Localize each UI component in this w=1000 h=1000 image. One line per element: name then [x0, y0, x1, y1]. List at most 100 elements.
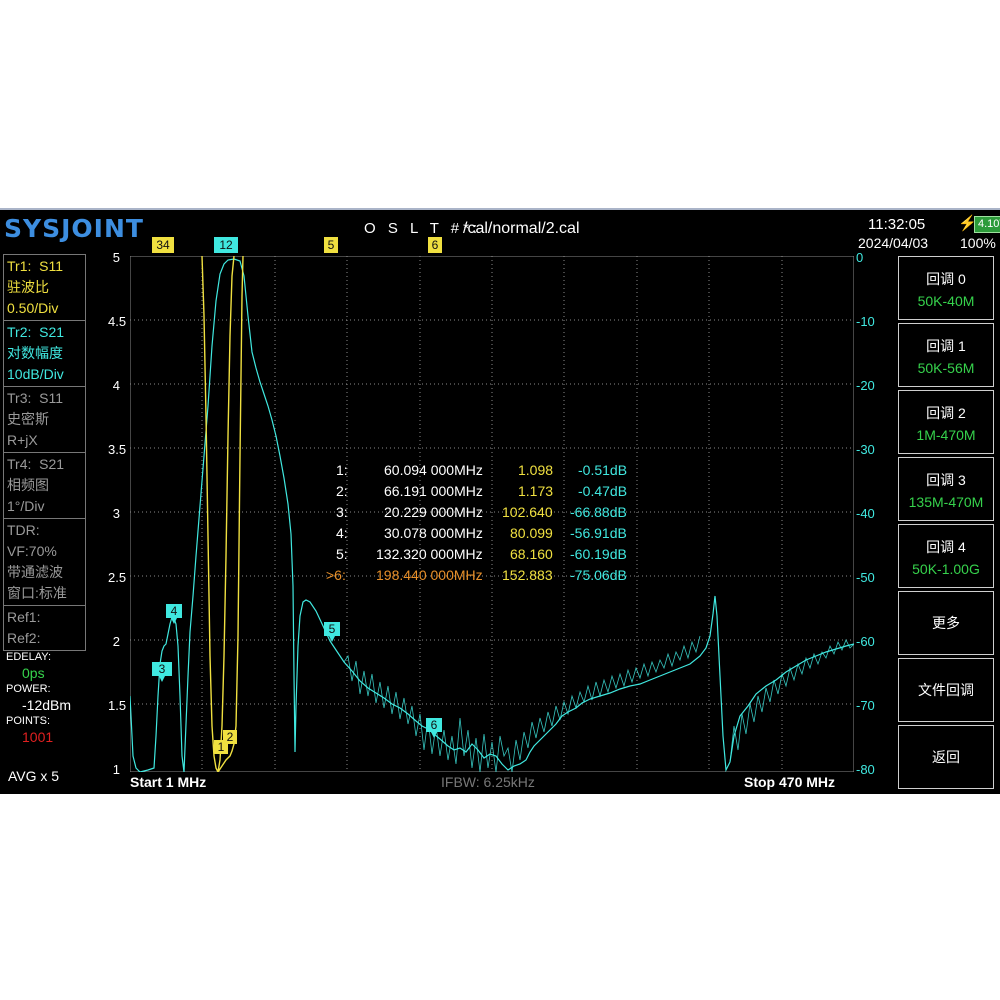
marker-row-1[interactable]: 1: 60.094 000MHz 1.098 -0.51dB [326, 460, 646, 481]
swr-axis-tick: 4.5 [108, 314, 127, 329]
stop-frequency[interactable]: Stop 470 MHz [744, 774, 835, 790]
db-axis-tick: 0 [856, 250, 864, 265]
points-label: POINTS: [6, 715, 51, 727]
softkey-back[interactable]: 返回 [898, 725, 994, 789]
swr-axis-tick: 5 [112, 250, 120, 265]
swr-axis-tick: 3.5 [108, 442, 127, 457]
softkey-label: 回调 2 [926, 405, 966, 421]
calibration-file[interactable]: /cal/normal/2.cal [463, 220, 580, 238]
marker-flag: 5 [324, 622, 340, 642]
edelay-label: EDELAY: [6, 651, 52, 663]
ref-block[interactable]: Ref1: Ref2: [3, 605, 86, 651]
softkey-recall-1[interactable]: 回调 1 50K-56M [898, 323, 994, 387]
trace-panel: Tr1: S11 驻波比 0.50/Div Tr2: S21 对数幅度 10dB… [3, 254, 86, 651]
softkey-label: 文件回调 [918, 682, 974, 698]
edelay-value[interactable]: 0ps [6, 664, 71, 682]
marker-tag-label: 3 [156, 238, 163, 252]
marker-freq: 30.078 000MHz [384, 525, 483, 541]
swr-axis-tick: 1 [112, 762, 120, 777]
db-axis-tick: -20 [856, 378, 875, 393]
marker-tag-top[interactable]: 12 [214, 237, 238, 253]
marker-row-6-active[interactable]: >6: 198.440 000MHz 152.883 -75.06dB [326, 565, 646, 586]
trace-2-scale: 10dB/Div [7, 366, 64, 382]
trace-1-scale: 0.50/Div [7, 300, 59, 316]
softkey-sub: 1M-470M [916, 427, 976, 443]
marker-flag-label: 6 [431, 718, 438, 732]
marker-table: 1: 60.094 000MHz 1.098 -0.51dB 2: 66.191… [326, 460, 646, 586]
softkey-recall-2[interactable]: 回调 2 1M-470M [898, 390, 994, 454]
trace-4-scale: 1°/Div [7, 498, 45, 514]
trace-3-id: Tr3: [7, 390, 32, 406]
averaging-label[interactable]: AVG x 5 [8, 768, 59, 784]
softkey-recall-0[interactable]: 回调 0 50K-40M [898, 256, 994, 320]
marker-num: >6: [326, 567, 346, 583]
marker-tag-top[interactable]: 34 [152, 237, 174, 253]
marker-row-4[interactable]: 4: 30.078 000MHz 80.099 -56.91dB [326, 523, 646, 544]
start-frequency[interactable]: Start 1 MHz [130, 774, 206, 790]
ref1-label: Ref1: [7, 609, 41, 625]
power-value[interactable]: -12dBm [6, 696, 71, 714]
marker-flag-label: 5 [329, 622, 336, 636]
trace-3-format: 史密斯 [7, 411, 49, 427]
softkey-file-recall[interactable]: 文件回调 [898, 658, 994, 722]
marker-flag-label: 3 [159, 662, 166, 676]
db-axis-tick: -40 [856, 506, 875, 521]
marker-db: -66.88dB [570, 504, 627, 520]
tdr-title: TDR: [7, 522, 40, 538]
marker-row-5[interactable]: 5: 132.320 000MHz 68.160 -60.19dB [326, 544, 646, 565]
trace-3-block[interactable]: Tr3: S11 史密斯 R+jX [3, 386, 86, 452]
db-axis-tick: -70 [856, 698, 875, 713]
swr-axis-tick: 1.5 [108, 698, 127, 713]
softkey-label: 返回 [932, 749, 960, 765]
tdr-block[interactable]: TDR: VF:70% 带通滤波 窗口:标准 [3, 518, 86, 605]
trace-4-id: Tr4: [7, 456, 32, 472]
trace-4-block[interactable]: Tr4: S21 相频图 1°/Div [3, 452, 86, 518]
marker-db: -75.06dB [570, 567, 627, 583]
trace-1-format: 驻波比 [7, 279, 49, 295]
swr-axis-tick: 4 [112, 378, 120, 393]
trace-1-block[interactable]: Tr1: S11 驻波比 0.50/Div [3, 254, 86, 320]
marker-freq: 198.440 000MHz [376, 567, 483, 583]
swr-axis-tick: 2 [112, 634, 120, 649]
marker-swr: 1.098 [518, 462, 554, 478]
clock-date: 2024/04/03 [858, 235, 929, 251]
softkey-label: 回调 1 [926, 338, 966, 354]
softkey-label: 更多 [932, 615, 960, 631]
marker-db: -56.91dB [570, 525, 627, 541]
marker-flag-label: 2 [227, 730, 234, 744]
ref2-label: Ref2: [7, 630, 41, 646]
points-value[interactable]: 1001 [6, 728, 71, 746]
marker-freq: 132.320 000MHz [376, 546, 483, 562]
db-axis-tick: -60 [856, 634, 875, 649]
marker-tag-top[interactable]: 5 [324, 237, 338, 253]
softkey-more[interactable]: 更多 [898, 591, 994, 655]
marker-flag: 4 [166, 604, 182, 624]
marker-tag-top[interactable]: 6 [428, 237, 442, 253]
marker-flag: 6 [426, 718, 442, 738]
softkey-label: 回调 0 [926, 271, 966, 287]
marker-flag: 2 [223, 730, 237, 744]
marker-db: -0.47dB [578, 483, 628, 499]
marker-row-2[interactable]: 2: 66.191 000MHz 1.173 -0.47dB [326, 481, 646, 502]
trace-2-block[interactable]: Tr2: S21 对数幅度 10dB/Div [3, 320, 86, 386]
brand-logo: SYSJOINT [4, 214, 144, 243]
marker-flag: 3 [152, 662, 172, 682]
marker-num: 4: [336, 525, 348, 541]
marker-swr: 1.173 [518, 483, 554, 499]
marker-row-3[interactable]: 3: 20.229 000MHz 102.640 -66.88dB [326, 502, 646, 523]
trace-1-param: S11 [39, 258, 64, 274]
trace-2-format: 对数幅度 [7, 345, 63, 361]
tdr-vf: VF:70% [7, 543, 57, 559]
battery-percent: 100% [960, 235, 996, 251]
softkey-recall-4[interactable]: 回调 4 50K-1.00G [898, 524, 994, 588]
marker-db: -60.19dB [570, 546, 627, 562]
softkey-sub: 50K-56M [917, 360, 975, 376]
softkey-label: 回调 3 [926, 472, 966, 488]
clock-time: 11:32:05 [868, 216, 926, 233]
ifbw-label[interactable]: IFBW: 6.25kHz [441, 774, 535, 790]
softkey-recall-3[interactable]: 回调 3 135M-470M [898, 457, 994, 521]
analyzer-screen: SYSJOINT O S L T #*: /cal/normal/2.cal 1… [0, 208, 1000, 794]
marker-swr: 68.160 [510, 546, 553, 562]
marker-tag-label: 4 [163, 238, 170, 252]
trace-3-scale: R+jX [7, 432, 38, 448]
